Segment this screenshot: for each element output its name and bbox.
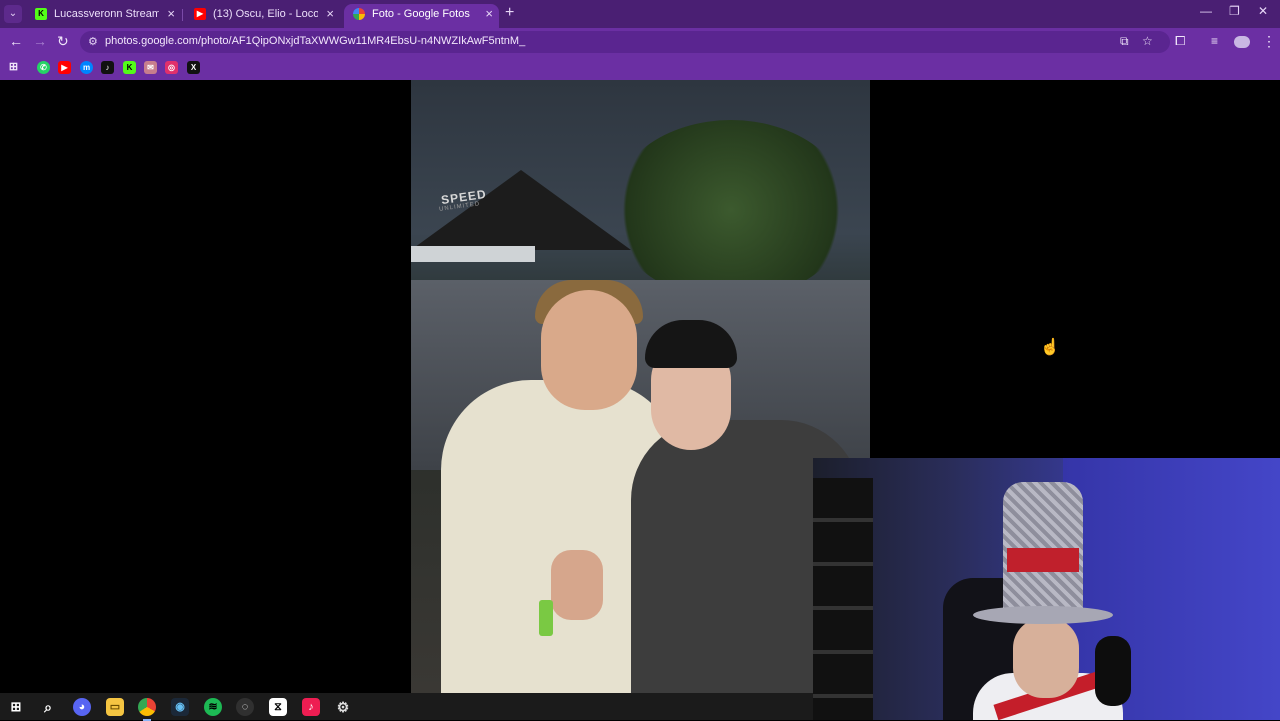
file-explorer-icon[interactable]: ▭ <box>106 698 124 716</box>
obs-icon[interactable]: ◌ <box>236 698 254 716</box>
tiktok-icon[interactable]: ♪ <box>101 61 114 74</box>
mail-icon[interactable]: ✉ <box>144 61 157 74</box>
windows-start-icon[interactable]: ⊞ <box>7 698 25 716</box>
chrome-icon[interactable] <box>138 698 156 721</box>
webcam-shelf <box>813 478 873 720</box>
photo-tree <box>611 120 851 300</box>
bookmark-star-icon[interactable]: ☆ <box>1142 34 1153 48</box>
tab-google-photos[interactable]: Foto - Google Fotos × <box>344 4 499 28</box>
bookmarks-bar: ⊞ ✆ ▶ m ♪ K ✉ ◎ X <box>0 56 1280 80</box>
discord-icon[interactable]: ◕ <box>73 698 91 716</box>
settings-icon[interactable]: ⚙ <box>334 698 352 716</box>
webcam-hat-band <box>1007 548 1079 572</box>
tab-youtube-song[interactable]: ▶ (13) Oscu, Elio - Loco (Remix - C × <box>185 4 340 28</box>
minimize-icon[interactable]: — <box>1200 4 1212 18</box>
webcam-top-hat <box>1003 482 1083 612</box>
search-icon[interactable]: ⌕ <box>39 698 57 716</box>
forward-arrow-icon[interactable]: → <box>33 33 47 49</box>
reload-icon[interactable]: ↻ <box>57 33 69 49</box>
window-close-icon[interactable]: ✕ <box>1258 4 1268 18</box>
webcam-hat-brim <box>973 606 1113 624</box>
close-icon[interactable]: × <box>326 4 334 24</box>
tab-strip: ⌄ K Lucassveronn Stream - Watch L × ▶ (1… <box>0 0 1280 28</box>
instagram-icon[interactable]: ◎ <box>165 61 178 74</box>
photo-thumbs-up <box>551 550 603 620</box>
messenger-icon[interactable]: m <box>80 61 93 74</box>
youtube-icon: ▶ <box>194 8 206 20</box>
capcut-icon[interactable]: ⧖ <box>269 698 287 716</box>
extensions-icon[interactable]: ⧠ <box>1175 33 1185 49</box>
new-tab-plus-icon[interactable]: + <box>505 5 514 21</box>
close-icon[interactable]: × <box>485 4 493 24</box>
close-icon[interactable]: × <box>167 4 175 24</box>
tab-label: (13) Oscu, Elio - Loco (Remix - C <box>213 8 318 20</box>
photo-banner <box>411 246 535 262</box>
back-arrow-icon[interactable]: ← <box>9 33 23 49</box>
apps-grid-icon[interactable]: ⊞ <box>7 61 20 74</box>
tab-kick-stream[interactable]: K Lucassveronn Stream - Watch L × <box>26 4 181 28</box>
photo-image[interactable]: SPEED UNLIMITED <box>411 80 870 693</box>
profile-avatar-icon[interactable] <box>1234 36 1250 48</box>
url-text[interactable]: photos.google.com/photo/AF1QipONxjdTaXWW… <box>105 35 525 47</box>
whatsapp-icon[interactable]: ✆ <box>37 61 50 74</box>
steam-icon[interactable]: ◉ <box>171 698 189 716</box>
tab-label: Foto - Google Fotos <box>372 8 470 20</box>
install-app-icon[interactable]: ⧉ <box>1120 34 1129 49</box>
webcam-overlay <box>813 458 1280 720</box>
menu-kebab-icon[interactable]: ⋮ <box>1262 33 1276 49</box>
browser-toolbar: ← → ↻ ⚙ photos.google.com/photo/AF1QipON… <box>0 28 1280 56</box>
google-photos-icon <box>353 8 365 20</box>
webcam-microphone <box>1095 636 1131 706</box>
x-icon[interactable]: X <box>187 61 200 74</box>
youtube-icon[interactable]: ▶ <box>58 61 71 74</box>
restore-icon[interactable]: ❐ <box>1229 4 1240 18</box>
hand-cursor-icon: ☝ <box>1040 339 1060 356</box>
webcam-streamer-face <box>1013 618 1079 698</box>
tab-label: Lucassveronn Stream - Watch L <box>54 8 159 20</box>
address-bar[interactable]: ⚙ photos.google.com/photo/AF1QipONxjdTaX… <box>80 31 1170 53</box>
photo-person-left-face <box>541 290 637 410</box>
kick-icon[interactable]: K <box>123 61 136 74</box>
photo-wristband <box>539 600 553 636</box>
windows-taskbar: ⊞ ⌕ ◕ ▭ ◉ ≋ ◌ ⧖ ♪ ⚙ <box>0 693 813 721</box>
tab-separator <box>182 9 183 21</box>
kick-icon: K <box>35 8 47 20</box>
media-controls-icon[interactable]: ≡ <box>1211 33 1218 49</box>
tab-search-chevron-icon[interactable]: ⌄ <box>4 5 22 23</box>
tiktok-icon[interactable]: ♪ <box>302 698 320 716</box>
spotify-icon[interactable]: ≋ <box>204 698 222 716</box>
site-info-icon[interactable]: ⚙ <box>88 35 98 48</box>
